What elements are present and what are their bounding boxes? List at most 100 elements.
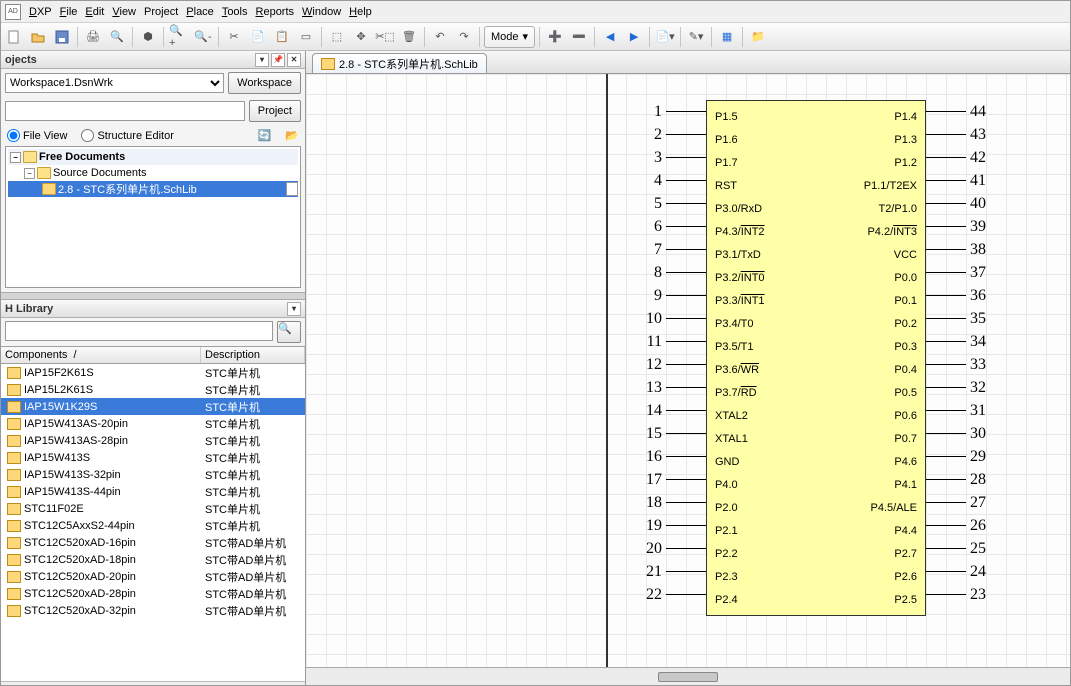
component-row[interactable]: IAP15W413S-44pinSTC单片机 xyxy=(1,483,305,500)
menu-tools[interactable]: Tools xyxy=(218,4,252,20)
menu-view[interactable]: View xyxy=(108,4,140,20)
panel-pin-icon[interactable]: 📌 xyxy=(271,53,285,67)
pin-left[interactable]: 11 xyxy=(636,330,706,353)
tool-grid-icon[interactable]: ▦ xyxy=(716,26,738,48)
panel-close-icon[interactable]: ✕ xyxy=(287,53,301,67)
menu-reports[interactable]: Reports xyxy=(252,4,299,20)
menu-window[interactable]: Window xyxy=(298,4,345,20)
mode-dropdown[interactable]: Mode▾ xyxy=(484,26,535,48)
proj-config-icon[interactable]: 📂 xyxy=(285,129,299,142)
project-button[interactable]: Project xyxy=(249,100,301,122)
component-list[interactable]: IAP15F2K61SSTC单片机IAP15L2K61SSTC单片机 IAP15W… xyxy=(1,364,305,681)
pin-left[interactable]: 1 xyxy=(636,100,706,123)
menu-project[interactable]: Project xyxy=(140,4,182,20)
pin-right[interactable]: 28 xyxy=(926,468,996,491)
pin-left[interactable]: 18 xyxy=(636,491,706,514)
tree-free-documents[interactable]: −Free Documents xyxy=(8,149,298,165)
tool-deselect-icon[interactable]: ✂⬚ xyxy=(374,26,396,48)
component-row[interactable]: STC11F02ESTC单片机 xyxy=(1,500,305,517)
tool-redo-icon[interactable]: ↷ xyxy=(453,26,475,48)
menu-file[interactable]: File xyxy=(56,4,82,20)
menu-edit[interactable]: Edit xyxy=(81,4,108,20)
tool-plus-icon[interactable]: ➕ xyxy=(544,26,566,48)
pin-left[interactable]: 12 xyxy=(636,353,706,376)
schlib-search-icon[interactable]: 🔍 xyxy=(277,321,301,343)
component-row[interactable]: IAP15L2K61SSTC单片机 xyxy=(1,381,305,398)
tool-preview-icon[interactable]: 🔍 xyxy=(106,26,128,48)
pin-left[interactable]: 4 xyxy=(636,169,706,192)
tool-copy-icon[interactable]: 📄 xyxy=(247,26,269,48)
pin-right[interactable]: 30 xyxy=(926,422,996,445)
component-row[interactable]: STC12C520xAD-16pinSTC带AD单片机 xyxy=(1,534,305,551)
pin-right[interactable]: 23 xyxy=(926,583,996,606)
pin-left[interactable]: 14 xyxy=(636,399,706,422)
pin-right[interactable]: 24 xyxy=(926,560,996,583)
tool-cut-icon[interactable]: ✂ xyxy=(223,26,245,48)
tool-select-icon[interactable]: ⬚ xyxy=(326,26,348,48)
pin-left[interactable]: 6 xyxy=(636,215,706,238)
pin-left[interactable]: 22 xyxy=(636,583,706,606)
pin-left[interactable]: 15 xyxy=(636,422,706,445)
pin-left[interactable]: 7 xyxy=(636,238,706,261)
component-row[interactable]: STC12C520xAD-32pinSTC带AD单片机 xyxy=(1,602,305,619)
pin-right[interactable]: 39 xyxy=(926,215,996,238)
pin-right[interactable]: 36 xyxy=(926,284,996,307)
pin-right[interactable]: 33 xyxy=(926,353,996,376)
pin-left[interactable]: 2 xyxy=(636,123,706,146)
pin-left[interactable]: 17 xyxy=(636,468,706,491)
pin-right[interactable]: 38 xyxy=(926,238,996,261)
tool-minus-icon[interactable]: ➖ xyxy=(568,26,590,48)
component-row[interactable]: STC12C520xAD-20pinSTC带AD单片机 xyxy=(1,568,305,585)
tool-place1-icon[interactable]: 📄▾ xyxy=(654,26,676,48)
pin-left[interactable]: 19 xyxy=(636,514,706,537)
component-row[interactable]: IAP15W413AS-20pinSTC单片机 xyxy=(1,415,305,432)
panel-splitter[interactable] xyxy=(1,292,305,300)
pin-left[interactable]: 21 xyxy=(636,560,706,583)
tool-move-icon[interactable]: ✥ xyxy=(350,26,372,48)
pin-left[interactable]: 20 xyxy=(636,537,706,560)
pin-right[interactable]: 25 xyxy=(926,537,996,560)
pin-right[interactable]: 44 xyxy=(926,100,996,123)
pin-left[interactable]: 8 xyxy=(636,261,706,284)
tool-undo-icon[interactable]: ↶ xyxy=(429,26,451,48)
workspace-button[interactable]: Workspace xyxy=(228,72,301,94)
tool-print-icon[interactable]: 🖨 xyxy=(82,26,104,48)
horizontal-scrollbar[interactable] xyxy=(306,667,1070,685)
pin-right[interactable]: 26 xyxy=(926,514,996,537)
component-row[interactable]: IAP15W413S-32pinSTC单片机 xyxy=(1,466,305,483)
tool-new-icon[interactable] xyxy=(3,26,25,48)
pin-right[interactable]: 31 xyxy=(926,399,996,422)
menu-place[interactable]: Place xyxy=(182,4,218,20)
tool-clear-icon[interactable]: 🗑 xyxy=(398,26,420,48)
pin-right[interactable]: 42 xyxy=(926,146,996,169)
menu-help[interactable]: Help xyxy=(345,4,376,20)
pin-left[interactable]: 3 xyxy=(636,146,706,169)
tool-rubber-icon[interactable]: ▭ xyxy=(295,26,317,48)
component-row[interactable]: STC12C520xAD-18pinSTC带AD单片机 xyxy=(1,551,305,568)
pin-left[interactable]: 16 xyxy=(636,445,706,468)
pin-left[interactable]: 9 xyxy=(636,284,706,307)
pin-right[interactable]: 37 xyxy=(926,261,996,284)
pin-right[interactable]: 35 xyxy=(926,307,996,330)
component-symbol[interactable]: 12345678910111213141516171819202122 P1.5… xyxy=(636,100,996,616)
structure-editor-radio[interactable]: Structure Editor xyxy=(81,129,173,142)
tool-misc-icon[interactable]: 📁 xyxy=(747,26,769,48)
component-row[interactable]: STC12C520xAD-28pinSTC带AD单片机 xyxy=(1,585,305,602)
panel-menu-icon[interactable]: ▾ xyxy=(255,53,269,67)
pin-right[interactable]: 40 xyxy=(926,192,996,215)
tool-next-icon[interactable]: ▶ xyxy=(623,26,645,48)
component-row[interactable]: STC12C5AxxS2-44pinSTC单片机 xyxy=(1,517,305,534)
menu-dxp[interactable]: DXP xyxy=(25,4,56,20)
proj-refresh-icon[interactable]: 🔄 xyxy=(258,129,272,142)
tree-source-documents[interactable]: −Source Documents xyxy=(8,165,298,181)
pin-right[interactable]: 34 xyxy=(926,330,996,353)
component-row[interactable]: IAP15F2K61SSTC单片机 xyxy=(1,364,305,381)
schlib-filter-input[interactable] xyxy=(5,321,273,341)
schlib-menu-icon[interactable]: ▾ xyxy=(287,302,301,316)
pin-right[interactable]: 43 xyxy=(926,123,996,146)
pin-right[interactable]: 27 xyxy=(926,491,996,514)
pin-left[interactable]: 13 xyxy=(636,376,706,399)
pin-right[interactable]: 29 xyxy=(926,445,996,468)
tool-pen-icon[interactable]: ✎▾ xyxy=(685,26,707,48)
col-description[interactable]: Description xyxy=(201,347,305,363)
